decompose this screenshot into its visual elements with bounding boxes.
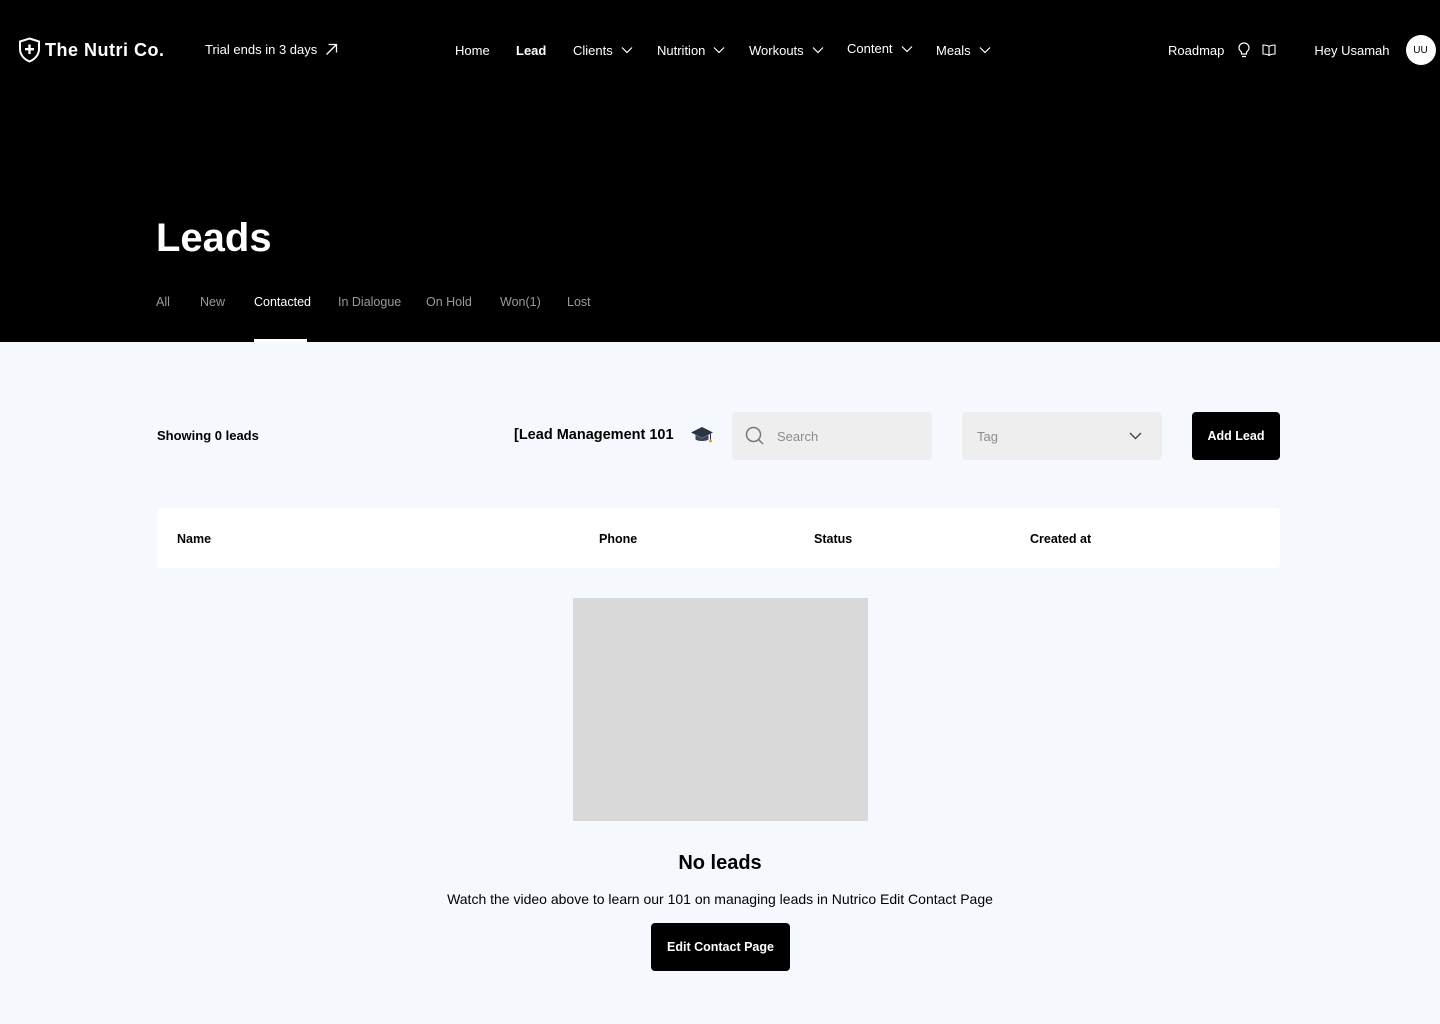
chevron-down-icon (713, 47, 725, 54)
chevron-down-icon (1129, 432, 1142, 440)
chevron-down-icon (979, 47, 991, 54)
brand-name: The Nutri Co. (45, 39, 165, 60)
tag-filter-select[interactable]: Tag (962, 412, 1162, 460)
tab-in-dialogue[interactable]: In Dialogue (338, 294, 426, 342)
tab-contacted[interactable]: Contacted (254, 294, 311, 342)
tab-label: Won(1) (500, 295, 541, 309)
nav-item-label: Nutrition (657, 42, 706, 58)
nav-item-nutrition[interactable]: Nutrition (657, 43, 749, 58)
graduation-cap-icon (690, 427, 713, 443)
arrow-up-right-icon (326, 43, 338, 55)
edit-contact-page-button[interactable]: Edit Contact Page (651, 923, 790, 971)
nav-item-label: Meals (936, 42, 971, 58)
avatar[interactable]: UU (1405, 35, 1436, 65)
tab-on-hold[interactable]: On Hold (426, 294, 500, 342)
shield-plus-icon (19, 37, 40, 63)
column-header-name[interactable]: Name (177, 532, 211, 546)
chevron-down-icon (812, 47, 824, 54)
search-field[interactable] (732, 412, 932, 460)
tab-lost[interactable]: Lost (567, 294, 591, 342)
nav-item-meals[interactable]: Meals (936, 43, 991, 58)
leads-count: Showing 0 leads (157, 428, 259, 443)
tab-label: Contacted (254, 295, 311, 309)
tab-won[interactable]: Won(1) (500, 294, 567, 342)
main-nav: Home Lead Clients Nutrition Workouts Con… (455, 41, 991, 59)
lightbulb-icon[interactable] (1238, 42, 1250, 58)
nav-item-label: Clients (573, 42, 613, 58)
column-header-created-at[interactable]: Created at (1030, 532, 1091, 546)
tab-new[interactable]: New (200, 294, 254, 342)
column-header-status[interactable]: Status (814, 532, 852, 546)
nav-right: Roadmap Hey Usamah UU (1168, 35, 1436, 65)
roadmap-link[interactable]: Roadmap (1168, 43, 1224, 58)
lead-status-tabs: All New Contacted In Dialogue On Hold Wo… (156, 294, 591, 342)
tag-select-value: Tag (977, 428, 998, 444)
tutorial-link[interactable]: [Lead Management 101 (514, 425, 714, 445)
tab-label: In Dialogue (338, 295, 402, 309)
tab-all[interactable]: All (156, 294, 200, 342)
add-lead-button[interactable]: Add Lead (1192, 412, 1280, 460)
brand-logo[interactable]: The Nutri Co. (18, 37, 165, 63)
nav-item-clients[interactable]: Clients (573, 43, 657, 58)
tab-label: All (156, 295, 170, 309)
empty-state-title: No leads (678, 852, 762, 874)
top-navbar: The Nutri Co. Trial ends in 3 days Home … (0, 0, 1440, 100)
trial-text: Trial ends in 3 days (205, 42, 318, 57)
page-header: The Nutri Co. Trial ends in 3 days Home … (0, 0, 1440, 342)
column-header-phone[interactable]: Phone (599, 532, 637, 546)
tab-label: Lost (567, 295, 591, 309)
tab-label: On Hold (426, 295, 472, 309)
nav-item-home[interactable]: Home (455, 43, 516, 58)
nav-item-workouts[interactable]: Workouts (749, 43, 847, 58)
chevron-down-icon (901, 45, 912, 52)
trial-link[interactable]: Trial ends in 3 days (205, 42, 338, 57)
nav-item-label: Workouts (749, 42, 804, 58)
tutorial-label: [Lead Management 101 (514, 427, 674, 443)
search-icon (745, 426, 764, 445)
user-greeting: Hey Usamah (1314, 42, 1390, 58)
leads-table-header: Name Phone Status Created at (157, 508, 1280, 568)
empty-state-description: Watch the video above to learn our 101 o… (447, 891, 993, 907)
nav-item-label: Home (455, 42, 490, 58)
nav-item-label: Content (847, 41, 893, 56)
page-title: Leads (156, 216, 272, 260)
tutorial-video-placeholder[interactable] (573, 598, 868, 821)
chevron-down-icon (621, 47, 633, 54)
book-icon[interactable] (1262, 44, 1276, 56)
nav-item-lead[interactable]: Lead (516, 43, 573, 58)
nav-item-content[interactable]: Content (847, 41, 936, 56)
tab-label: New (200, 295, 226, 309)
search-input[interactable] (777, 428, 917, 444)
nav-item-label: Lead (516, 42, 547, 58)
